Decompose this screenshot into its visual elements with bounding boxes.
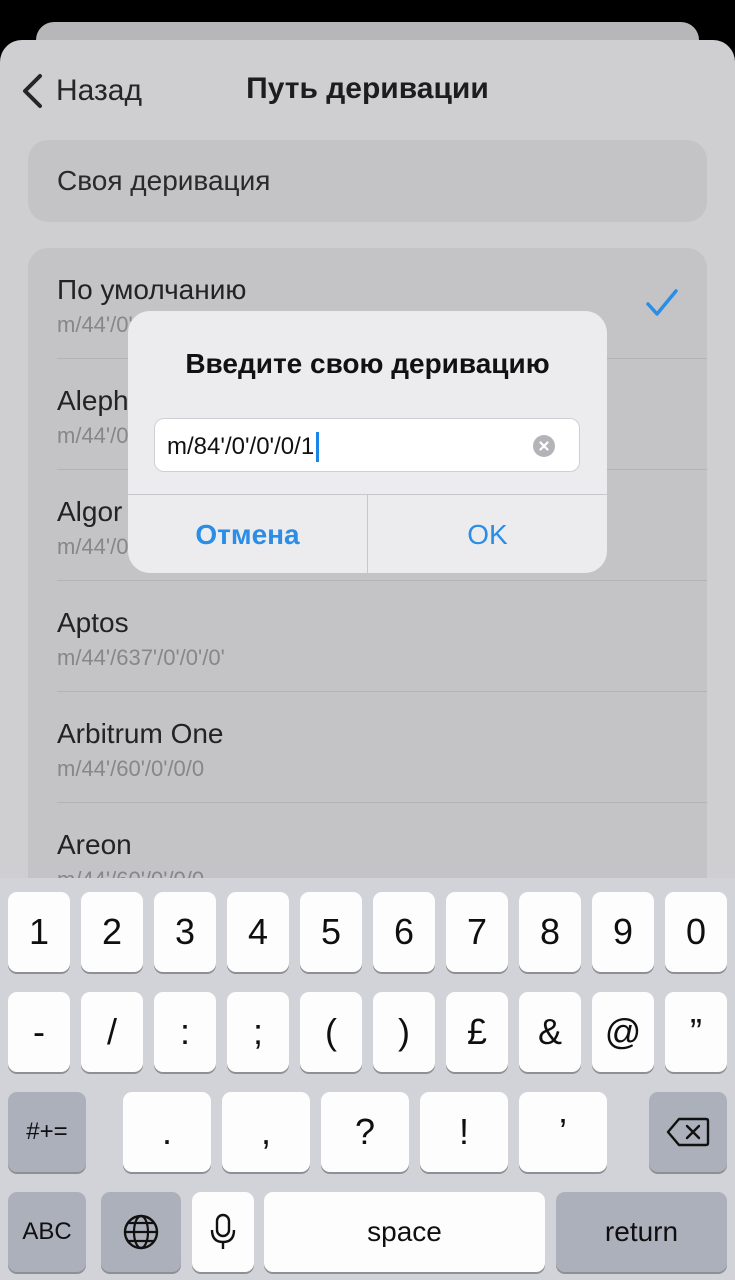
key-3[interactable]: 3 xyxy=(154,892,216,972)
clear-icon[interactable] xyxy=(533,435,555,457)
key-6[interactable]: 6 xyxy=(373,892,435,972)
list-item-title: Areon xyxy=(57,829,132,860)
key-exclamation[interactable]: ! xyxy=(420,1092,508,1172)
delete-key[interactable] xyxy=(649,1092,727,1172)
key-7[interactable]: 7 xyxy=(446,892,508,972)
navigation-bar: Назад Путь деривации xyxy=(0,40,735,140)
list-item-arbitrum-one[interactable]: Arbitrum One m/44'/60'/0'/0/0 xyxy=(57,692,707,803)
key-question[interactable]: ? xyxy=(321,1092,409,1172)
custom-derivation-button[interactable]: Своя деривация xyxy=(28,140,707,222)
microphone-icon xyxy=(210,1213,236,1249)
list-item-title: Aptos xyxy=(57,607,129,638)
key-1[interactable]: 1 xyxy=(8,892,70,972)
key-pound[interactable]: £ xyxy=(446,992,508,1072)
key-abc[interactable]: ABC xyxy=(8,1192,86,1272)
return-key[interactable]: return xyxy=(556,1192,727,1272)
backspace-icon xyxy=(666,1117,710,1147)
text-cursor xyxy=(316,432,320,462)
keyboard: 1 2 3 4 5 6 7 8 9 0 - / : ; ( ) £ & @ ” … xyxy=(0,878,735,1280)
derivation-input[interactable]: m/84'/0'/0'/0/1 xyxy=(154,418,580,472)
key-right-paren[interactable]: ) xyxy=(373,992,435,1072)
globe-icon xyxy=(123,1214,159,1250)
dialog-title: Введите свою деривацию xyxy=(185,348,550,379)
key-left-paren[interactable]: ( xyxy=(300,992,362,1072)
key-2[interactable]: 2 xyxy=(81,892,143,972)
list-item-title: По умолчанию xyxy=(57,274,247,305)
key-comma[interactable]: , xyxy=(222,1092,310,1172)
key-quote[interactable]: ” xyxy=(665,992,727,1072)
key-ampersand[interactable]: & xyxy=(519,992,581,1072)
cancel-button[interactable]: Отмена xyxy=(128,495,367,573)
key-semicolon[interactable]: ; xyxy=(227,992,289,1072)
list-item-path: m/44'/637'/0'/0'/0' xyxy=(57,645,225,670)
key-apostrophe[interactable]: ’ xyxy=(519,1092,607,1172)
key-8[interactable]: 8 xyxy=(519,892,581,972)
key-colon[interactable]: : xyxy=(154,992,216,1072)
page-title: Путь деривации xyxy=(246,72,489,105)
key-hyphen[interactable]: - xyxy=(8,992,70,1072)
list-item-path: m/44'/60'/0'/0/0 xyxy=(57,756,205,781)
ok-button[interactable]: OK xyxy=(368,495,607,573)
key-9[interactable]: 9 xyxy=(592,892,654,972)
dictation-key[interactable] xyxy=(192,1192,254,1272)
key-0[interactable]: 0 xyxy=(665,892,727,972)
custom-derivation-dialog: Введите свою деривацию m/84'/0'/0'/0/1 О… xyxy=(128,311,607,573)
list-item-aptos[interactable]: Aptos m/44'/637'/0'/0'/0' xyxy=(57,581,707,692)
key-4[interactable]: 4 xyxy=(227,892,289,972)
list-item-title: Arbitrum One xyxy=(57,718,224,749)
key-more-symbols[interactable]: #+= xyxy=(8,1092,86,1172)
globe-key[interactable] xyxy=(101,1192,181,1272)
key-slash[interactable]: / xyxy=(81,992,143,1072)
key-period[interactable]: . xyxy=(123,1092,211,1172)
list-item-title: Aleph xyxy=(57,385,129,416)
key-at[interactable]: @ xyxy=(592,992,654,1072)
key-5[interactable]: 5 xyxy=(300,892,362,972)
checkmark-icon xyxy=(646,289,678,316)
dialog-buttons: Отмена OK xyxy=(128,494,607,573)
derivation-input-value: m/84'/0'/0'/0/1 xyxy=(167,433,315,460)
list-item-title: Algor xyxy=(57,496,123,527)
custom-derivation-label: Своя деривация xyxy=(57,165,271,196)
space-key[interactable]: space xyxy=(264,1192,545,1272)
